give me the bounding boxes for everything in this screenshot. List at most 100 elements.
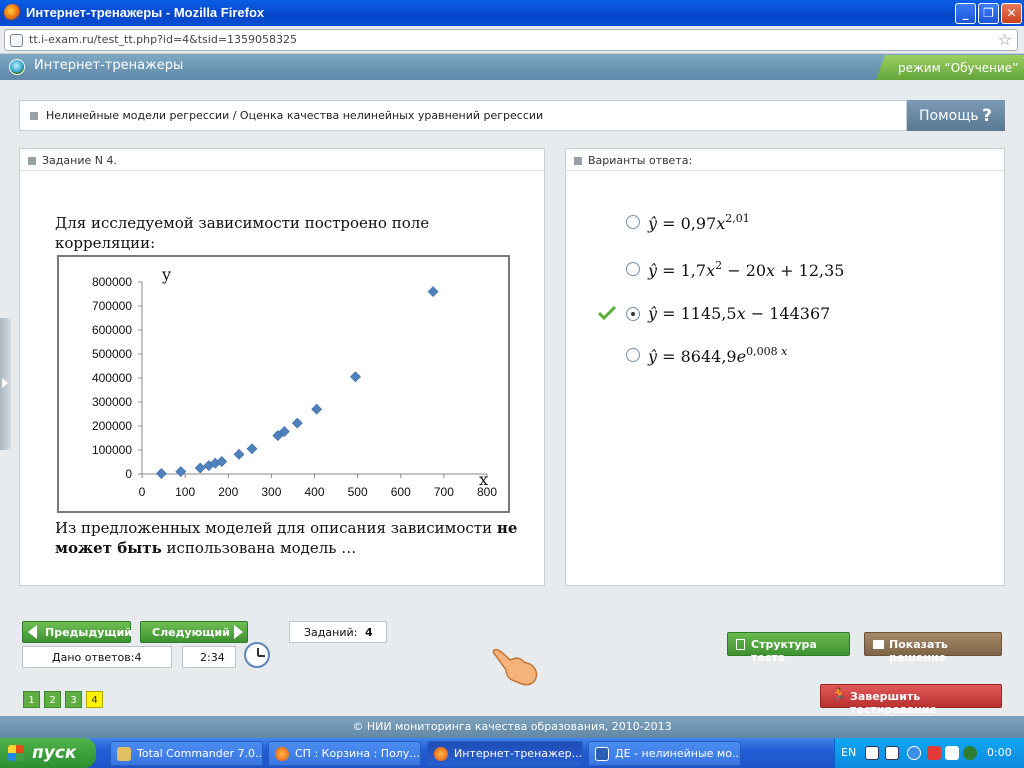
finish-test-button[interactable]: 🏃 Завершить тестирование: [820, 684, 1002, 716]
task-outro-emph1: не: [496, 519, 518, 537]
start-button[interactable]: пуск: [0, 738, 96, 768]
arrow-right-icon: [234, 625, 243, 639]
chevron-left-icon[interactable]: [907, 746, 921, 760]
close-button[interactable]: ✕: [1001, 3, 1022, 24]
data-point: [246, 443, 258, 455]
taskbar-item-internet-trenazhery[interactable]: Интернет-тренажер...: [427, 741, 583, 766]
shield-tray-icon[interactable]: [945, 746, 959, 760]
language-indicator[interactable]: EN: [841, 746, 856, 759]
answers-header: Варианты ответа:: [588, 154, 693, 167]
bullet-icon: [28, 157, 36, 165]
answer-radio-4[interactable]: [626, 348, 640, 362]
taskbar-item-sp-korzina[interactable]: СП : Корзина : Полу...: [268, 741, 421, 766]
data-point: [350, 371, 361, 383]
x-tick-label: 0: [139, 485, 146, 499]
breadcrumb-text: Нелинейные модели регрессии / Оценка кач…: [46, 109, 544, 122]
site-identity-icon[interactable]: [10, 34, 23, 47]
next-label: Следующий: [152, 626, 230, 639]
pointer-hand-icon: [492, 648, 538, 686]
bookmark-star-icon[interactable]: ☆: [998, 30, 1012, 49]
page-footer: © НИИ мониторинга качества образования, …: [0, 716, 1024, 738]
bullet-icon: [574, 157, 582, 165]
tasks-label: Заданий:: [304, 626, 358, 639]
correct-check-icon: [598, 306, 616, 320]
data-point: [291, 417, 303, 429]
question-icon: ?: [982, 106, 992, 126]
start-label: пуск: [32, 743, 77, 763]
network-tray-icon[interactable]: [963, 746, 977, 760]
answer-radio-3[interactable]: [626, 307, 640, 321]
tray-clock: 0:00: [987, 746, 1012, 759]
minimize-button[interactable]: _: [955, 3, 976, 24]
data-point: [427, 286, 439, 298]
firefox-icon: [275, 747, 289, 761]
answer-radio-2[interactable]: [626, 262, 640, 276]
book-icon: [873, 640, 884, 649]
data-point: [194, 462, 206, 474]
task-outro: Из предложенных моделей для описания зав…: [55, 518, 517, 558]
test-structure-label: Структура теста: [751, 638, 817, 664]
windows-flag-icon: [8, 745, 24, 761]
y-tick-label: 700000: [92, 299, 132, 313]
timer-value: 2:34: [200, 651, 225, 664]
data-point: [155, 468, 167, 479]
scatter-chart: 0 100 200 300 400 500 600 700 800 0 100000 200000 30…: [57, 255, 510, 513]
input-tray-icon[interactable]: [885, 746, 899, 760]
x-tick-label: 600: [391, 485, 411, 499]
help-tray-icon[interactable]: [865, 746, 879, 760]
app-name: Интернет-тренажеры: [34, 58, 184, 73]
task-outro-line2b: использована модель …: [161, 539, 357, 557]
firefox-icon: [4, 4, 21, 21]
taskbar: пуск Total Commander 7.0... СП : Корзина…: [0, 738, 1024, 768]
x-tick-label: 700: [434, 485, 454, 499]
answers-given-box: Дано ответов:4: [22, 646, 172, 668]
bullet-icon: [30, 112, 38, 120]
help-label: Помощь: [919, 108, 979, 124]
page-4-button[interactable]: 4: [86, 691, 103, 708]
task-outro-line1a: Из предложенных моделей для описания зав…: [55, 519, 497, 537]
expand-arrow-icon: [2, 378, 8, 388]
address-bar: tt.i-exam.ru/test_tt.php?id=4&tsid=13590…: [0, 26, 1024, 54]
page-3-button[interactable]: 3: [65, 691, 82, 708]
maximize-button[interactable]: ❐: [978, 3, 999, 24]
answers-panel: Варианты ответа: ŷ = 0,97x2,01 ŷ = 1,7x2…: [565, 148, 1005, 586]
arrow-left-icon: [28, 625, 37, 639]
x-tick-label: 200: [218, 485, 238, 499]
answer-radio-1[interactable]: [626, 215, 640, 229]
next-button[interactable]: Следующий: [140, 621, 248, 643]
answers-panel-header: Варианты ответа:: [566, 149, 1004, 171]
page-2-button[interactable]: 2: [44, 691, 61, 708]
data-point: [233, 448, 245, 460]
y-tick-label: 300000: [92, 395, 132, 409]
show-solution-button[interactable]: Показать решение: [864, 632, 1002, 664]
taskbar-item-word-doc[interactable]: ДЕ - нелинейные мо...: [588, 741, 741, 766]
y-tick-label: 200000: [92, 419, 132, 433]
task-intro: Для исследуемой зависимости построено по…: [55, 213, 429, 253]
help-button[interactable]: Помощь ?: [907, 100, 1005, 131]
taskbar-item-label: Total Commander 7.0...: [137, 747, 263, 760]
taskbar-item-total-commander[interactable]: Total Commander 7.0...: [110, 741, 263, 766]
task-panel-header: Задание N 4.: [20, 149, 544, 171]
answers-given: Дано ответов:4: [52, 651, 142, 664]
tasks-count: 4: [365, 626, 373, 639]
chart-svg: 0 100 200 300 400 500 600 700 800010000020000030…: [92, 265, 497, 499]
mode-badge: режим “Обучение”: [876, 55, 1024, 80]
url-field[interactable]: tt.i-exam.ru/test_tt.php?id=4&tsid=13590…: [4, 29, 1018, 51]
y-tick-label: 400000: [92, 371, 132, 385]
test-structure-button[interactable]: Структура теста: [727, 632, 850, 664]
total-commander-icon: [117, 747, 131, 761]
data-point: [175, 466, 187, 478]
side-panel-handle[interactable]: [0, 318, 11, 450]
antivirus-tray-icon[interactable]: [927, 746, 941, 760]
x-tick-label: 400: [304, 485, 324, 499]
y-axis-label: y: [161, 265, 171, 284]
url-text: tt.i-exam.ru/test_tt.php?id=4&tsid=13590…: [29, 33, 298, 46]
page-1-button[interactable]: 1: [23, 691, 40, 708]
x-axis-label: x: [479, 470, 488, 489]
app-header: Интернет-тренажеры режим “Обучение”: [0, 54, 1024, 80]
y-tick-label: 600000: [92, 323, 132, 337]
prev-button[interactable]: Предыдущий: [22, 621, 132, 643]
tasks-count-box: Заданий: 4: [289, 621, 387, 643]
word-icon: [595, 747, 609, 761]
task-intro-line1: Для исследуемой зависимости построено по…: [55, 214, 430, 232]
